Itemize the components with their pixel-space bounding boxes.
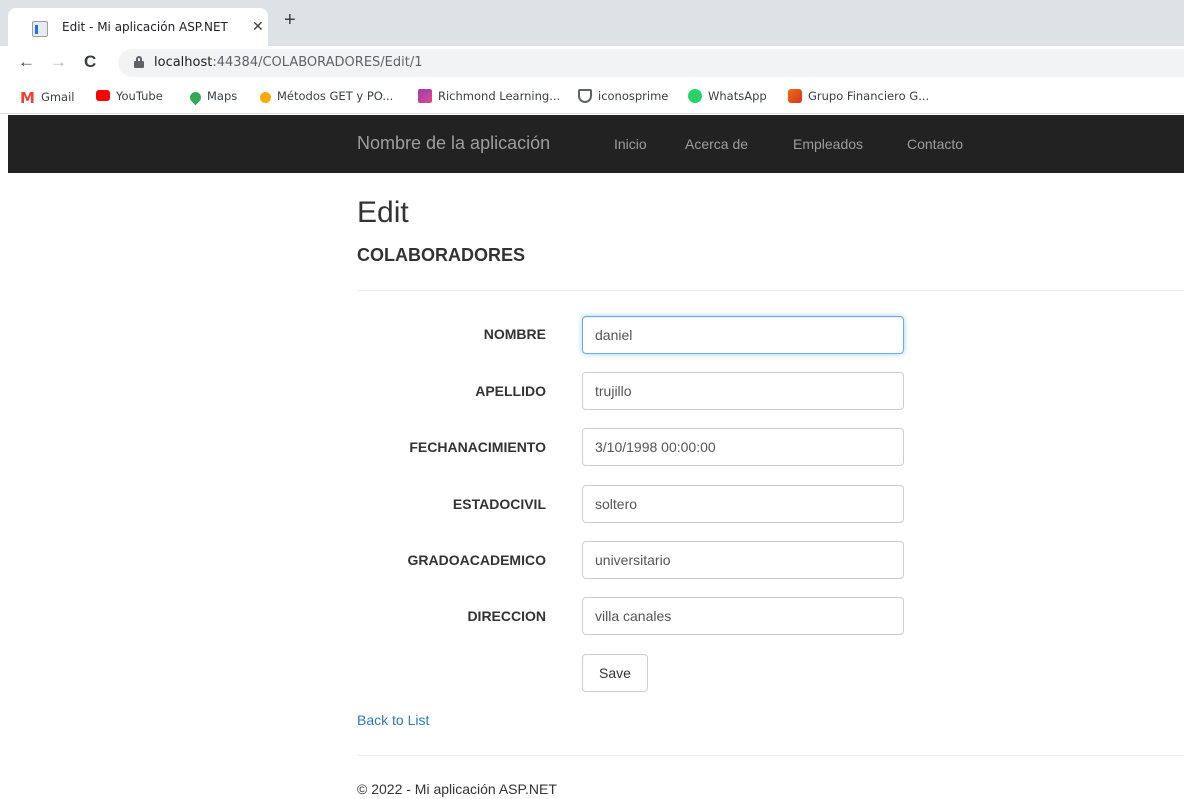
estadocivil-input[interactable] <box>582 485 904 523</box>
nav-link-contacto[interactable]: Contacto <box>907 136 963 152</box>
app-navbar: Nombre de la aplicación Inicio Acerca de… <box>8 115 1184 173</box>
label-fechanacimiento: FECHANACIMIENTO <box>409 439 546 455</box>
page-title: Edit <box>357 196 409 229</box>
bookmark-label: Richmond Learning... <box>438 89 561 103</box>
bookmarks-bar: M Gmail YouTube Maps Métodos GET y PO... … <box>0 80 1184 114</box>
nombre-input[interactable] <box>582 316 904 354</box>
lock-icon <box>134 56 144 68</box>
rocket-icon <box>260 92 271 103</box>
bookmark-metodos[interactable]: Métodos GET y PO... <box>260 89 393 103</box>
bookmark-maps[interactable]: Maps <box>187 89 238 106</box>
page-subtitle: COLABORADORES <box>357 245 526 265</box>
label-direccion: DIRECCION <box>467 608 546 624</box>
browser-tabstrip: Edit - Mi aplicación ASP.NET ✕ + <box>0 0 1184 46</box>
forward-arrow-icon[interactable]: → <box>50 52 67 72</box>
grupo-icon <box>788 89 802 103</box>
bookmark-label: WhatsApp <box>708 89 767 103</box>
bookmark-youtube[interactable]: YouTube <box>96 89 163 103</box>
nav-link-acerca[interactable]: Acerca de <box>685 136 748 152</box>
back-to-list-link[interactable]: Back to List <box>357 712 429 728</box>
richmond-icon <box>418 89 432 103</box>
browser-toolbar: ← → C localhost:44384/COLABORADORES/Edit… <box>0 46 1184 80</box>
close-tab-icon[interactable]: ✕ <box>252 18 264 35</box>
bookmark-label: Métodos GET y PO... <box>277 89 394 103</box>
gmail-icon: M <box>20 89 35 107</box>
nav-link-empleados[interactable]: Empleados <box>793 136 863 152</box>
label-nombre: NOMBRE <box>483 326 546 342</box>
address-bar[interactable]: localhost:44384/COLABORADORES/Edit/1 <box>118 49 1184 77</box>
direccion-input[interactable] <box>582 597 904 635</box>
maps-icon <box>187 89 204 106</box>
bookmark-label: YouTube <box>116 89 163 103</box>
gradoacademico-input[interactable] <box>582 541 904 579</box>
nav-link-inicio[interactable]: Inicio <box>614 136 647 152</box>
shield-icon <box>578 89 592 103</box>
reload-icon[interactable]: C <box>84 52 96 72</box>
bookmark-gmail[interactable]: M Gmail <box>20 89 75 107</box>
bookmark-whatsapp[interactable]: WhatsApp <box>688 89 767 103</box>
browser-tab[interactable]: Edit - Mi aplicación ASP.NET ✕ <box>8 8 268 46</box>
back-arrow-icon[interactable]: ← <box>18 52 35 72</box>
bookmark-grupo[interactable]: Grupo Financiero G... <box>788 89 929 103</box>
bookmark-label: Grupo Financiero G... <box>808 89 930 103</box>
label-estadocivil: ESTADOCIVIL <box>452 496 546 512</box>
url-path: :44384/COLABORADORES/Edit/1 <box>212 55 423 70</box>
url-host: localhost <box>154 55 213 70</box>
label-apellido: APELLIDO <box>475 383 546 399</box>
bookmark-label: Gmail <box>40 90 75 104</box>
tab-title: Edit - Mi aplicación ASP.NET <box>62 20 228 34</box>
divider <box>357 290 1184 291</box>
youtube-icon <box>96 90 110 101</box>
whatsapp-icon <box>688 89 702 103</box>
label-gradoacademico: GRADOACADEMICO <box>407 552 546 568</box>
navbar-brand[interactable]: Nombre de la aplicación <box>357 133 550 154</box>
new-tab-icon[interactable]: + <box>284 10 296 30</box>
footer-text: © 2022 - Mi aplicación ASP.NET <box>357 781 557 797</box>
save-button[interactable]: Save <box>582 654 648 692</box>
url-text[interactable]: localhost:44384/COLABORADORES/Edit/1 <box>154 55 423 70</box>
footer-divider <box>357 755 1184 756</box>
page-favicon-icon <box>32 21 48 37</box>
bookmark-richmond[interactable]: Richmond Learning... <box>418 89 560 103</box>
bookmark-label: Maps <box>207 89 238 103</box>
bookmark-iconosprime[interactable]: iconosprime <box>578 89 668 103</box>
bookmark-label: iconosprime <box>598 89 669 103</box>
apellido-input[interactable] <box>582 372 904 410</box>
fechanacimiento-input[interactable] <box>582 428 904 466</box>
